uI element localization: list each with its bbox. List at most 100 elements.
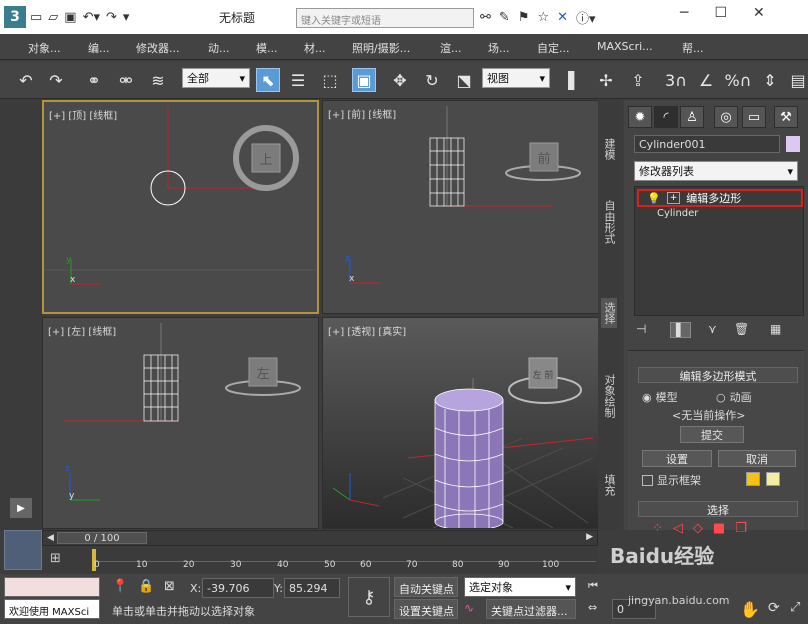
- redo-icon[interactable]: ↷: [106, 10, 117, 25]
- menu-maxscript[interactable]: MAXScri...: [597, 40, 653, 53]
- cancel-button[interactable]: 取消: [718, 450, 796, 467]
- stack-item-edit-poly[interactable]: 💡 + 编辑多边形: [637, 189, 803, 207]
- cage-color-swatch[interactable]: [746, 472, 760, 486]
- help-icon[interactable]: ⓘ▾: [576, 8, 596, 27]
- menu-animation[interactable]: 动...: [208, 40, 230, 56]
- key-filters-button[interactable]: 关键点过滤器...: [486, 599, 576, 619]
- display-tab-icon[interactable]: ▭: [742, 106, 766, 128]
- element-icon[interactable]: ❒: [735, 521, 747, 536]
- select-object-icon[interactable]: ⬉: [256, 68, 280, 92]
- menu-modifiers[interactable]: 修改器...: [136, 40, 180, 56]
- object-name-field[interactable]: Cylinder001: [634, 135, 780, 153]
- menu-material[interactable]: 材...: [304, 40, 326, 56]
- utilities-tab-icon[interactable]: ⚒: [774, 106, 798, 128]
- expand-icon[interactable]: +: [666, 192, 681, 204]
- mini-curve-editor-icon[interactable]: ⊞: [50, 551, 72, 569]
- menu-object[interactable]: 对象...: [28, 40, 61, 56]
- tab-populate[interactable]: 填充: [601, 474, 617, 496]
- menu-edit[interactable]: 编...: [88, 40, 110, 56]
- save-icon[interactable]: ▣: [64, 10, 76, 25]
- configure-sets-icon[interactable]: ▦: [770, 322, 781, 336]
- link-icon[interactable]: ⚭: [82, 68, 106, 92]
- broadcast-icon[interactable]: ⚑: [518, 10, 530, 25]
- undo-icon[interactable]: ↶▾: [83, 10, 100, 25]
- spinner-snap-icon[interactable]: ⇕: [758, 68, 782, 92]
- close-icon[interactable]: ✕: [753, 5, 765, 21]
- menu-scene[interactable]: 场...: [488, 40, 510, 56]
- rect-selection-icon[interactable]: ⬚: [318, 68, 342, 92]
- menu-lighting[interactable]: 照明/摄影...: [352, 40, 410, 56]
- make-unique-icon[interactable]: ⋎: [708, 322, 717, 336]
- select-by-name-icon[interactable]: ☰: [286, 68, 310, 92]
- unlink-icon[interactable]: ⚮: [114, 68, 138, 92]
- app-logo[interactable]: 3: [4, 6, 26, 28]
- maximize-viewport-icon[interactable]: ⤢: [790, 600, 800, 615]
- more-icon[interactable]: ▾: [123, 10, 130, 25]
- lock-selection-icon[interactable]: 🔒: [138, 579, 154, 594]
- viewport-perspective[interactable]: [+] [透视] [真实] 左 前: [322, 317, 599, 529]
- time-slider-thumb[interactable]: 0 / 100: [57, 532, 147, 544]
- hierarchy-tab-icon[interactable]: ♙: [680, 106, 704, 128]
- prev-frame-icon[interactable]: ◀: [47, 533, 54, 543]
- auto-key-button[interactable]: 自动关键点: [394, 577, 458, 597]
- minimize-icon[interactable]: ─: [680, 5, 688, 21]
- rollout-header-mode[interactable]: 编辑多边形模式: [638, 367, 798, 383]
- tab-selection[interactable]: 选择: [601, 298, 617, 328]
- new-file-icon[interactable]: ▭: [30, 10, 42, 25]
- maxscript-mini-listener[interactable]: 欢迎使用 MAXSci: [4, 599, 100, 619]
- stack-item-cylinder[interactable]: Cylinder: [657, 208, 698, 219]
- rotate-icon[interactable]: ↻: [420, 68, 444, 92]
- maxscript-listener-pink[interactable]: [4, 577, 100, 597]
- pan-view-icon[interactable]: ✋: [740, 600, 760, 619]
- keyboard-shortcut-icon[interactable]: ⇪: [626, 68, 650, 92]
- reference-coord-dropdown[interactable]: 视图 ▾: [482, 68, 550, 88]
- show-end-result-icon[interactable]: ▌: [670, 322, 692, 338]
- selection-filter-dropdown[interactable]: 全部 ▾: [182, 68, 250, 88]
- time-slider[interactable]: ◀ 0 / 100 ▶: [42, 530, 598, 546]
- y-coord-field[interactable]: 85.294: [284, 578, 340, 598]
- play-icon[interactable]: ▶: [10, 498, 32, 518]
- pivot-center-icon[interactable]: ▐: [556, 68, 580, 92]
- key-icon[interactable]: ⚷: [348, 577, 390, 617]
- vertex-icon[interactable]: ⁘: [652, 521, 663, 536]
- bind-spacewarp-icon[interactable]: ≋: [146, 68, 170, 92]
- window-crossing-icon[interactable]: ▣: [352, 68, 376, 92]
- modify-tab-icon[interactable]: ◜: [654, 106, 678, 128]
- next-frame-icon[interactable]: ▶: [586, 532, 593, 542]
- edit-named-sets-icon[interactable]: ▤: [786, 68, 808, 92]
- modifier-list-dropdown[interactable]: 修改器列表 ▾: [634, 161, 798, 181]
- viewport-top[interactable]: [+] [顶] [线框] 上 y x: [42, 100, 319, 314]
- show-cage-checkbox[interactable]: 显示框架: [642, 472, 701, 488]
- cage-selected-color-swatch[interactable]: [766, 472, 780, 486]
- viewport-front[interactable]: [+] [前] [线框] 前 z x: [322, 100, 599, 314]
- key-mode-toggle-icon[interactable]: ⇔: [588, 601, 597, 614]
- absolute-mode-icon[interactable]: ⊠: [164, 579, 175, 594]
- open-file-icon[interactable]: ▱: [48, 10, 58, 25]
- commit-button[interactable]: 提交: [680, 426, 744, 443]
- set-key-button[interactable]: 设置关键点: [394, 599, 458, 619]
- menu-help[interactable]: 帮...: [682, 40, 704, 56]
- isolate-icon[interactable]: 📍: [112, 579, 128, 594]
- move-icon[interactable]: ✥: [388, 68, 412, 92]
- manipulate-icon[interactable]: ✢: [594, 68, 618, 92]
- tab-modeling[interactable]: 建模: [601, 138, 617, 160]
- angle-snap-icon[interactable]: ∠: [694, 68, 718, 92]
- radio-animate[interactable]: ○ 动画: [716, 389, 752, 405]
- menu-customize[interactable]: 自定...: [537, 40, 570, 56]
- track-bar[interactable]: ⊞ 0 10 20 30 40 50 60 70 80 90 100: [42, 547, 598, 573]
- remove-modifier-icon[interactable]: 🗑: [734, 322, 749, 336]
- tab-freeform[interactable]: 自由形式: [601, 200, 617, 244]
- menu-render[interactable]: 渲...: [440, 40, 462, 56]
- close-x-icon[interactable]: ✕: [557, 10, 568, 25]
- goto-start-icon[interactable]: ⏮: [588, 579, 598, 593]
- binoculars-icon[interactable]: ⚯: [480, 10, 491, 25]
- redo-icon[interactable]: ↷: [44, 68, 68, 92]
- polygon-icon[interactable]: ■: [713, 521, 725, 536]
- key-filter-icon[interactable]: ∿: [464, 601, 474, 615]
- create-tab-icon[interactable]: ✹: [628, 106, 652, 128]
- key-mode-dropdown[interactable]: 选定对象 ▾: [464, 577, 576, 597]
- x-coord-field[interactable]: -39.706: [202, 578, 274, 598]
- undo-icon[interactable]: ↶: [14, 68, 38, 92]
- orbit-icon[interactable]: ⟳: [768, 600, 780, 616]
- rollout-header-selection[interactable]: 选择: [638, 501, 798, 517]
